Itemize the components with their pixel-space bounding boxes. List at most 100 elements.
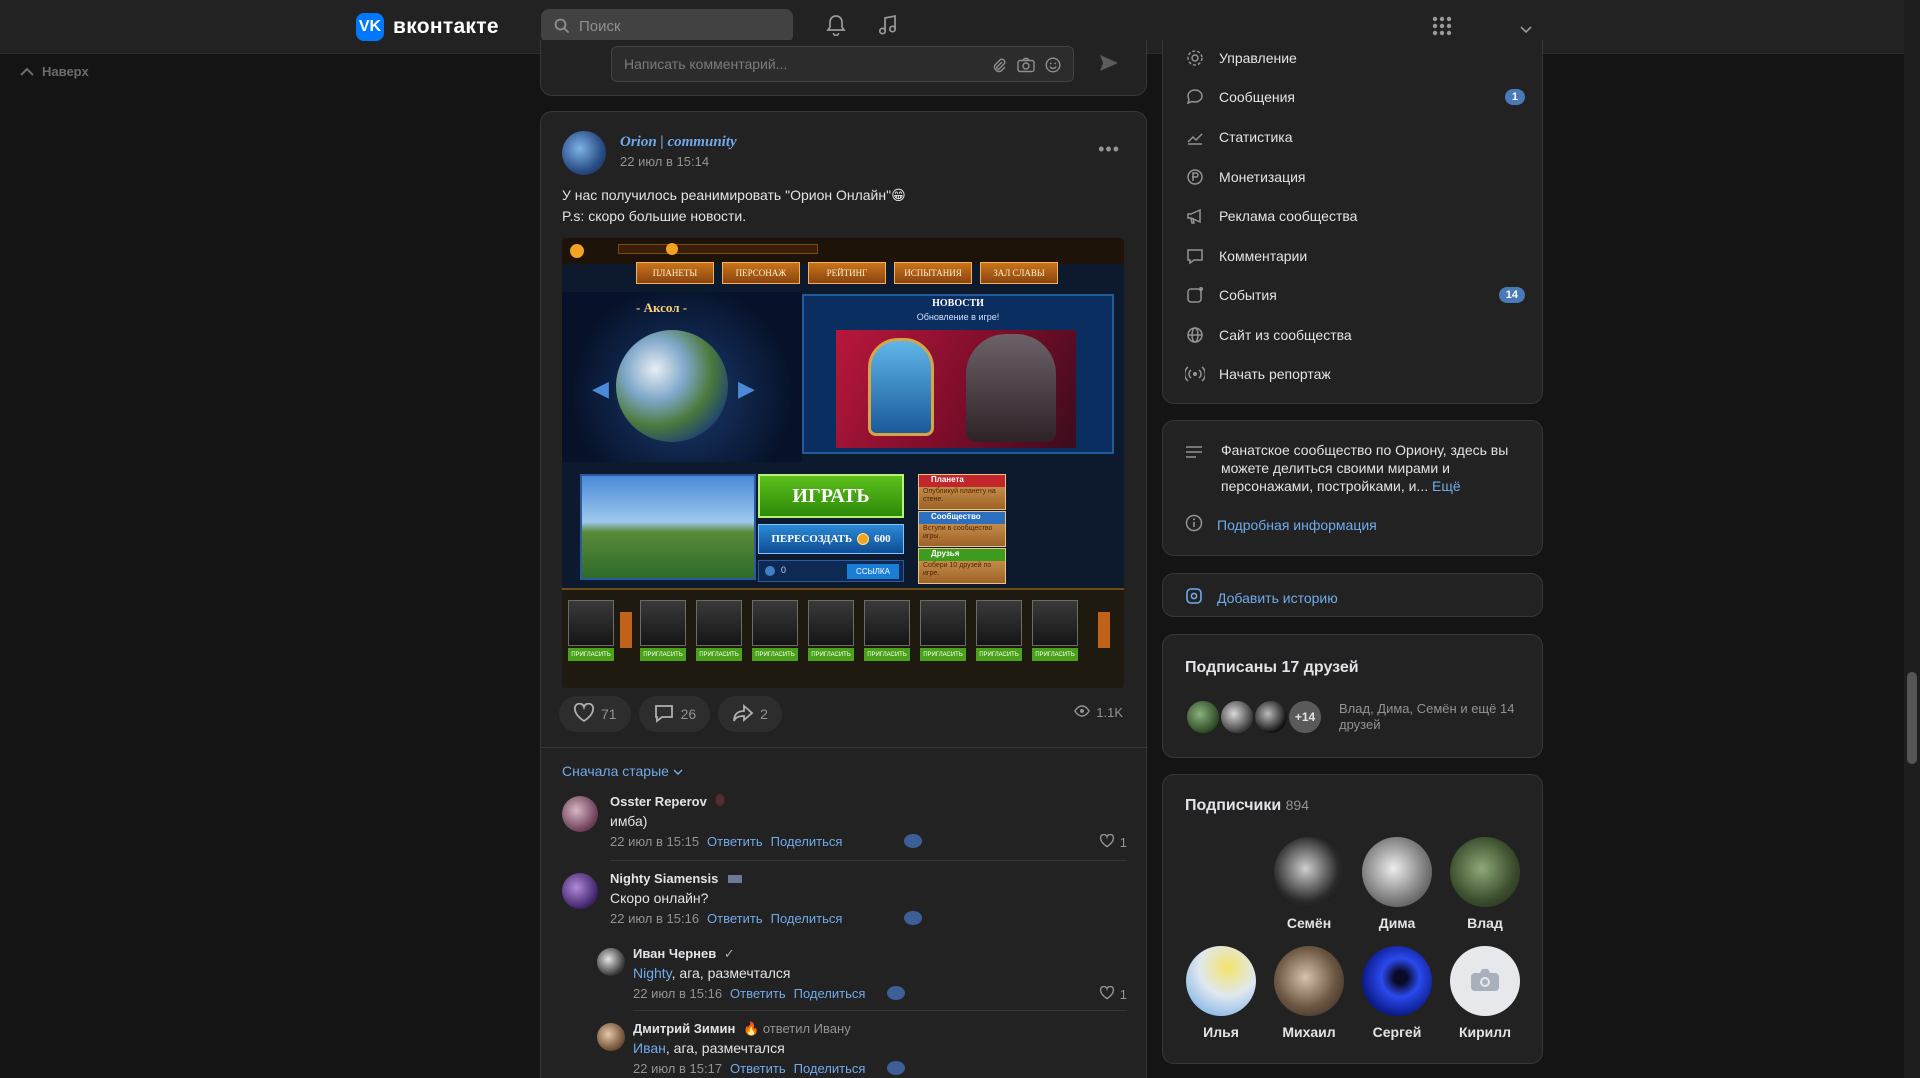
quest-card: Планета Опубликуй планету на стене. (918, 474, 1006, 510)
commenter-name[interactable]: Иван Чернев ✓ (633, 946, 735, 962)
menu-item-messages[interactable]: Сообщения 1 (1185, 82, 1525, 112)
post-more-menu-icon[interactable]: ••• (1098, 139, 1120, 160)
friend-mini-avatar[interactable] (1219, 699, 1255, 735)
landscape-image (580, 474, 756, 580)
add-story-card[interactable]: Добавить историю (1162, 573, 1543, 617)
menu-item-site[interactable]: Сайт из сообщества (1185, 320, 1525, 350)
comment-like-button[interactable]: 1 (1099, 833, 1127, 851)
comment-date[interactable]: 22 июл в 15:16 (633, 986, 722, 1001)
invite-slot: ПРИГЛАСИТЬ (696, 600, 742, 662)
menu-item-monetization[interactable]: Монетизация (1185, 162, 1525, 192)
invite-slot: ПРИГЛАСИТЬ (808, 600, 854, 662)
comment-date[interactable]: 22 июл в 15:17 (633, 1061, 722, 1076)
music-note-icon[interactable] (878, 14, 898, 39)
subscriber-name: Кирилл (1458, 1024, 1512, 1040)
view-counter: 1.1K (1074, 705, 1123, 720)
mention-link[interactable]: Nighty (633, 965, 672, 981)
add-story-button[interactable]: Добавить историю (1185, 587, 1338, 608)
chart-icon (1185, 127, 1205, 147)
friends-following-title[interactable]: Подписаны 17 друзей (1185, 659, 1359, 677)
send-icon[interactable] (1099, 54, 1119, 75)
throne-image (868, 338, 934, 436)
search-input[interactable]: Поиск (541, 9, 793, 43)
menu-label: Реклама сообщества (1219, 208, 1358, 224)
reply-link[interactable]: Ответить (707, 911, 763, 926)
subscriber-item[interactable]: Семён (1269, 837, 1349, 931)
comment-date[interactable]: 22 июл в 15:15 (610, 834, 699, 849)
more-friends-counter[interactable]: +14 (1287, 699, 1323, 735)
community-description: Фанатское сообщество по Ориону, здесь вы… (1221, 441, 1521, 495)
share-link[interactable]: Поделиться (794, 1061, 866, 1076)
commenter-avatar[interactable] (562, 873, 598, 909)
notifications-bell-icon[interactable] (826, 14, 846, 39)
reply-link[interactable]: Ответить (730, 986, 786, 1001)
like-button[interactable]: 71 (559, 696, 631, 732)
comment-bubble-icon (653, 703, 675, 726)
back-to-top-link[interactable]: Наверх (20, 64, 89, 79)
subscriber-item[interactable]: Дима (1357, 837, 1437, 931)
menu-item-ads[interactable]: Реклама сообщества (1185, 201, 1525, 231)
subscriber-item[interactable]: Кирилл (1445, 946, 1525, 1040)
chevron-down-icon[interactable] (1520, 22, 1532, 37)
subscriber-item[interactable]: Михаил (1269, 946, 1349, 1040)
friend-mini-avatar[interactable] (1253, 699, 1289, 735)
page-scrollbar[interactable] (1904, 0, 1920, 1078)
friends-names[interactable]: Влад, Дима, Семён и ещё 14 друзей (1339, 701, 1529, 733)
show-more-link[interactable]: Ещё (1432, 478, 1461, 494)
news-subtitle: Обновление в игре! (916, 312, 1000, 322)
commenter-avatar[interactable] (597, 1023, 625, 1051)
post-date[interactable]: 22 июл в 15:14 (620, 154, 709, 169)
commenter-name[interactable]: Nighty Siamensis (610, 871, 742, 886)
subscriber-item[interactable]: Сергей (1357, 946, 1437, 1040)
friend-mini-avatar[interactable] (1185, 699, 1221, 735)
comment-sort-dropdown[interactable]: Сначала старые (562, 763, 683, 779)
commenter-avatar[interactable] (597, 948, 625, 976)
subscriber-avatar (1362, 946, 1432, 1016)
subscribers-title[interactable]: Подписчики 894 (1185, 797, 1309, 815)
event-icon (1185, 285, 1205, 305)
detailed-info-link[interactable]: Подробная информация (1185, 514, 1377, 535)
comment-button[interactable]: 26 (638, 696, 711, 732)
mention-link[interactable]: Иван (633, 1040, 666, 1056)
post-game-screenshot[interactable]: ПЛАНЕТЫ ПЕРСОНАЖ РЕЙТИНГ ИСПЫТАНИЯ ЗАЛ С… (562, 238, 1124, 688)
paperclip-icon[interactable] (991, 57, 1007, 76)
share-link[interactable]: Поделиться (771, 834, 843, 849)
invite-button: ПРИГЛАСИТЬ (568, 648, 614, 661)
invite-slot: ПРИГЛАСИТЬ (920, 600, 966, 662)
community-avatar[interactable] (562, 131, 606, 175)
eye-icon (1074, 705, 1091, 720)
comment-like-button[interactable]: 1 (1099, 985, 1127, 1003)
scrollbar-thumb[interactable] (1907, 672, 1917, 764)
invite-button: ПРИГЛАСИТЬ (976, 648, 1022, 661)
post-author-link[interactable]: Orion | community (620, 134, 737, 151)
commenter-name[interactable]: Osster Reperov (610, 794, 725, 809)
share-button[interactable]: 2 (718, 696, 782, 732)
menu-label: Комментарии (1219, 248, 1308, 264)
commenter-avatar[interactable] (562, 796, 598, 832)
menu-label: Управление (1219, 50, 1297, 66)
share-link[interactable]: Поделиться (771, 911, 843, 926)
megaphone-icon (1185, 206, 1205, 226)
comment-input[interactable]: Написать комментарий... (611, 46, 1074, 82)
coin-icon (1185, 167, 1205, 187)
comment-item: Nighty Siamensis Скоро онлайн? 22 июл в … (562, 871, 1127, 931)
invite-slot: ПРИГЛАСИТЬ (640, 600, 686, 662)
emoji-icon[interactable] (1045, 57, 1061, 76)
game-tab: ПЛАНЕТЫ (636, 262, 714, 284)
vk-logo[interactable]: VK вконтакте (356, 13, 499, 41)
camera-icon[interactable] (1017, 57, 1035, 76)
subscriber-item[interactable]: Влад (1445, 837, 1525, 931)
reply-link[interactable]: Ответить (730, 1061, 786, 1076)
comment-date[interactable]: 22 июл в 15:16 (610, 911, 699, 926)
menu-item-broadcast[interactable]: Начать репортаж (1185, 359, 1525, 389)
apps-grid-icon[interactable] (1432, 16, 1452, 39)
reply-link[interactable]: Ответить (707, 834, 763, 849)
menu-item-statistics[interactable]: Статистика (1185, 122, 1525, 152)
subscriber-item[interactable]: Илья (1181, 946, 1261, 1040)
menu-item-manage[interactable]: Управление (1185, 43, 1525, 73)
menu-item-events[interactable]: События 14 (1185, 280, 1525, 310)
commenter-name[interactable]: Дмитрий Зимин 🔥 ответил Ивану (633, 1021, 851, 1037)
news-illustration (836, 330, 1076, 448)
menu-item-comments[interactable]: Комментарии (1185, 241, 1525, 271)
share-link[interactable]: Поделиться (794, 986, 866, 1001)
